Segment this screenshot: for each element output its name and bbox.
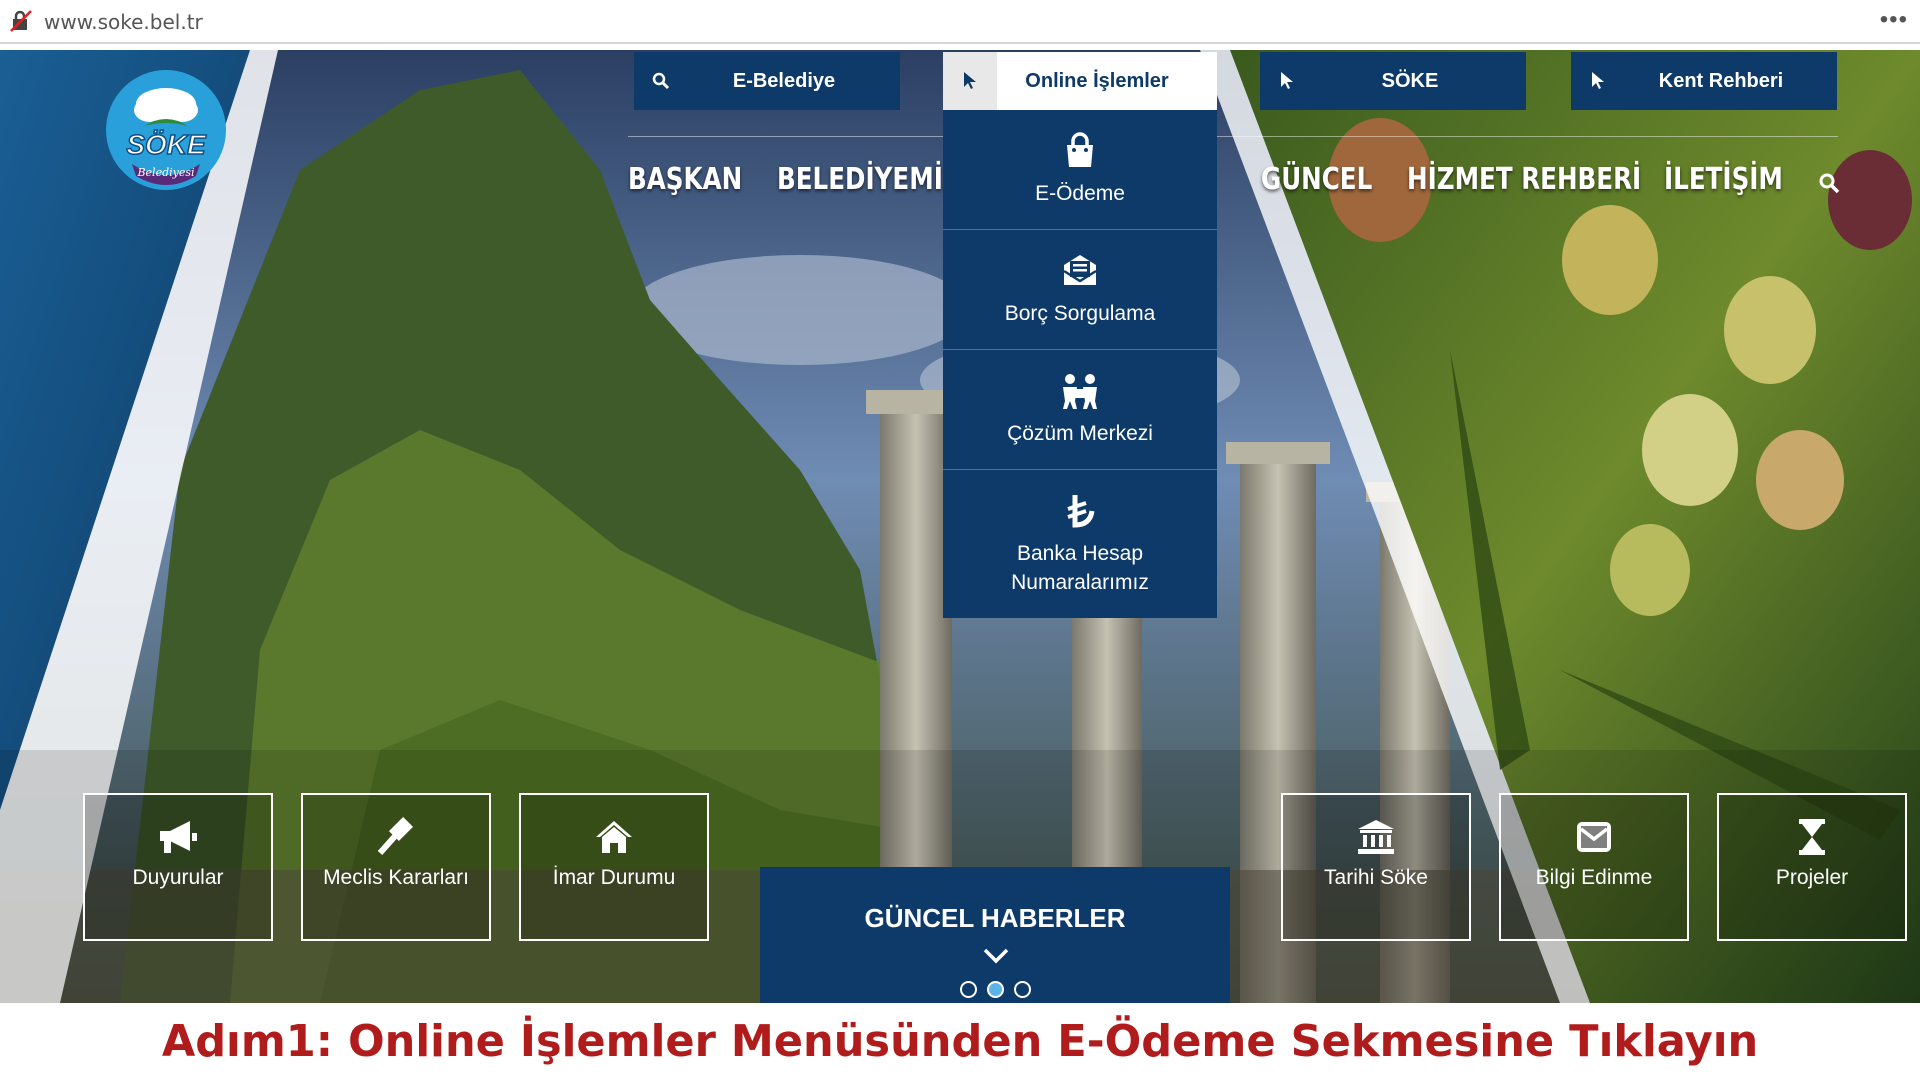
address-url[interactable]: www.soke.bel.tr — [44, 10, 203, 34]
lira-icon — [1067, 495, 1095, 528]
carousel-dot[interactable] — [959, 981, 977, 998]
soke-logo[interactable]: SÖKE Belediyesi — [104, 68, 228, 192]
logo-text: SÖKE — [126, 129, 207, 160]
envelope-icon — [1577, 822, 1611, 852]
tile-duyurular[interactable]: Duyurular — [83, 793, 273, 941]
gavel-icon — [377, 817, 414, 855]
tile-label: Tarihi Söke — [1324, 866, 1428, 889]
e-belediye-label: E-Belediye — [732, 69, 836, 92]
tile-label: Duyurular — [132, 866, 224, 889]
tile-imar-durumu[interactable]: İmar Durumu — [519, 793, 709, 941]
tile-label: Bilgi Edinme — [1535, 866, 1653, 889]
cursor-icon — [1592, 72, 1604, 89]
search-icon[interactable] — [1818, 172, 1840, 194]
tile-projeler[interactable]: Projeler — [1717, 793, 1907, 941]
nav-divider — [628, 136, 1838, 137]
hero-banner: SÖKE Belediyesi E-Belediye Online İşleml… — [0, 50, 1920, 1003]
tile-meclis-kararlari[interactable]: Meclis Kararları — [301, 793, 491, 941]
dropdown-item-cozum-merkezi[interactable]: Çözüm Merkezi — [943, 350, 1217, 470]
tile-bilgi-edinme[interactable]: Bilgi Edinme — [1499, 793, 1689, 941]
not-secure-icon[interactable] — [10, 10, 32, 32]
shopping-bag-icon — [1067, 132, 1093, 167]
institution-icon — [1358, 820, 1394, 854]
dropdown-label: E-Ödeme — [1035, 182, 1125, 205]
online-islemler-dropdown: E-Ödeme Borç Sorgulama Çözüm Merkezi Ban… — [943, 110, 1217, 618]
carousel-dot-active[interactable] — [986, 981, 1004, 998]
browser-menu-icon[interactable]: ••• — [1880, 6, 1908, 34]
document-icon — [1063, 255, 1097, 285]
dropdown-item-banka-hesap[interactable]: Banka Hesap Numaralarımız — [943, 470, 1217, 618]
e-belediye-button[interactable]: E-Belediye — [634, 52, 900, 110]
cursor-icon — [1281, 72, 1293, 89]
soke-label: SÖKE — [1381, 69, 1439, 92]
kent-rehberi-button[interactable]: Kent Rehberi — [1571, 52, 1837, 110]
dropdown-item-e-odeme[interactable]: E-Ödeme — [943, 110, 1217, 230]
browser-address-bar: www.soke.bel.tr ••• — [0, 0, 1920, 44]
nav-item-hizmet-rehberi[interactable]: HİZMET REHBERİ — [1407, 162, 1641, 197]
nav-item-baskan[interactable]: BAŞKAN — [628, 162, 742, 197]
carousel-dot[interactable] — [1013, 981, 1031, 998]
carousel-dots — [760, 981, 1230, 998]
nav-item-belediyemiz[interactable]: BELEDİYEMİZ — [777, 162, 961, 197]
tile-tarihi-soke[interactable]: Tarihi Söke — [1281, 793, 1471, 941]
home-icon — [596, 821, 632, 853]
megaphone-icon — [160, 821, 197, 853]
cursor-icon — [964, 72, 976, 89]
search-icon — [652, 72, 670, 90]
tile-label: Projeler — [1775, 866, 1849, 889]
dropdown-label: Banka Hesap Numaralarımız — [1011, 542, 1149, 594]
logo-subtext: Belediyesi — [136, 166, 194, 179]
dropdown-item-borc-sorgulama[interactable]: Borç Sorgulama — [943, 230, 1217, 350]
nav-item-iletisim[interactable]: İLETİŞİM — [1664, 162, 1783, 197]
soke-button[interactable]: SÖKE — [1260, 52, 1526, 110]
nav-item-guncel[interactable]: GÜNCEL — [1261, 162, 1372, 197]
instruction-caption: Adım1: Online İşlemler Menüsünden E-Ödem… — [161, 1016, 1759, 1067]
tile-label: Meclis Kararları — [323, 866, 469, 889]
online-islemler-button[interactable]: Online İşlemler — [943, 52, 1217, 110]
guncel-haberler-panel[interactable]: GÜNCEL HABERLER — [760, 867, 1230, 1003]
dropdown-label: Çözüm Merkezi — [1007, 422, 1153, 445]
news-title: GÜNCEL HABERLER — [864, 903, 1126, 933]
online-islemler-label: Online İşlemler — [1025, 69, 1169, 92]
kent-rehberi-label: Kent Rehberi — [1658, 69, 1784, 92]
chevron-down-icon[interactable] — [983, 947, 1009, 965]
hourglass-icon — [1799, 819, 1825, 855]
people-icon — [1063, 374, 1097, 409]
tile-label: İmar Durumu — [552, 866, 676, 889]
dropdown-label: Borç Sorgulama — [1004, 302, 1156, 325]
